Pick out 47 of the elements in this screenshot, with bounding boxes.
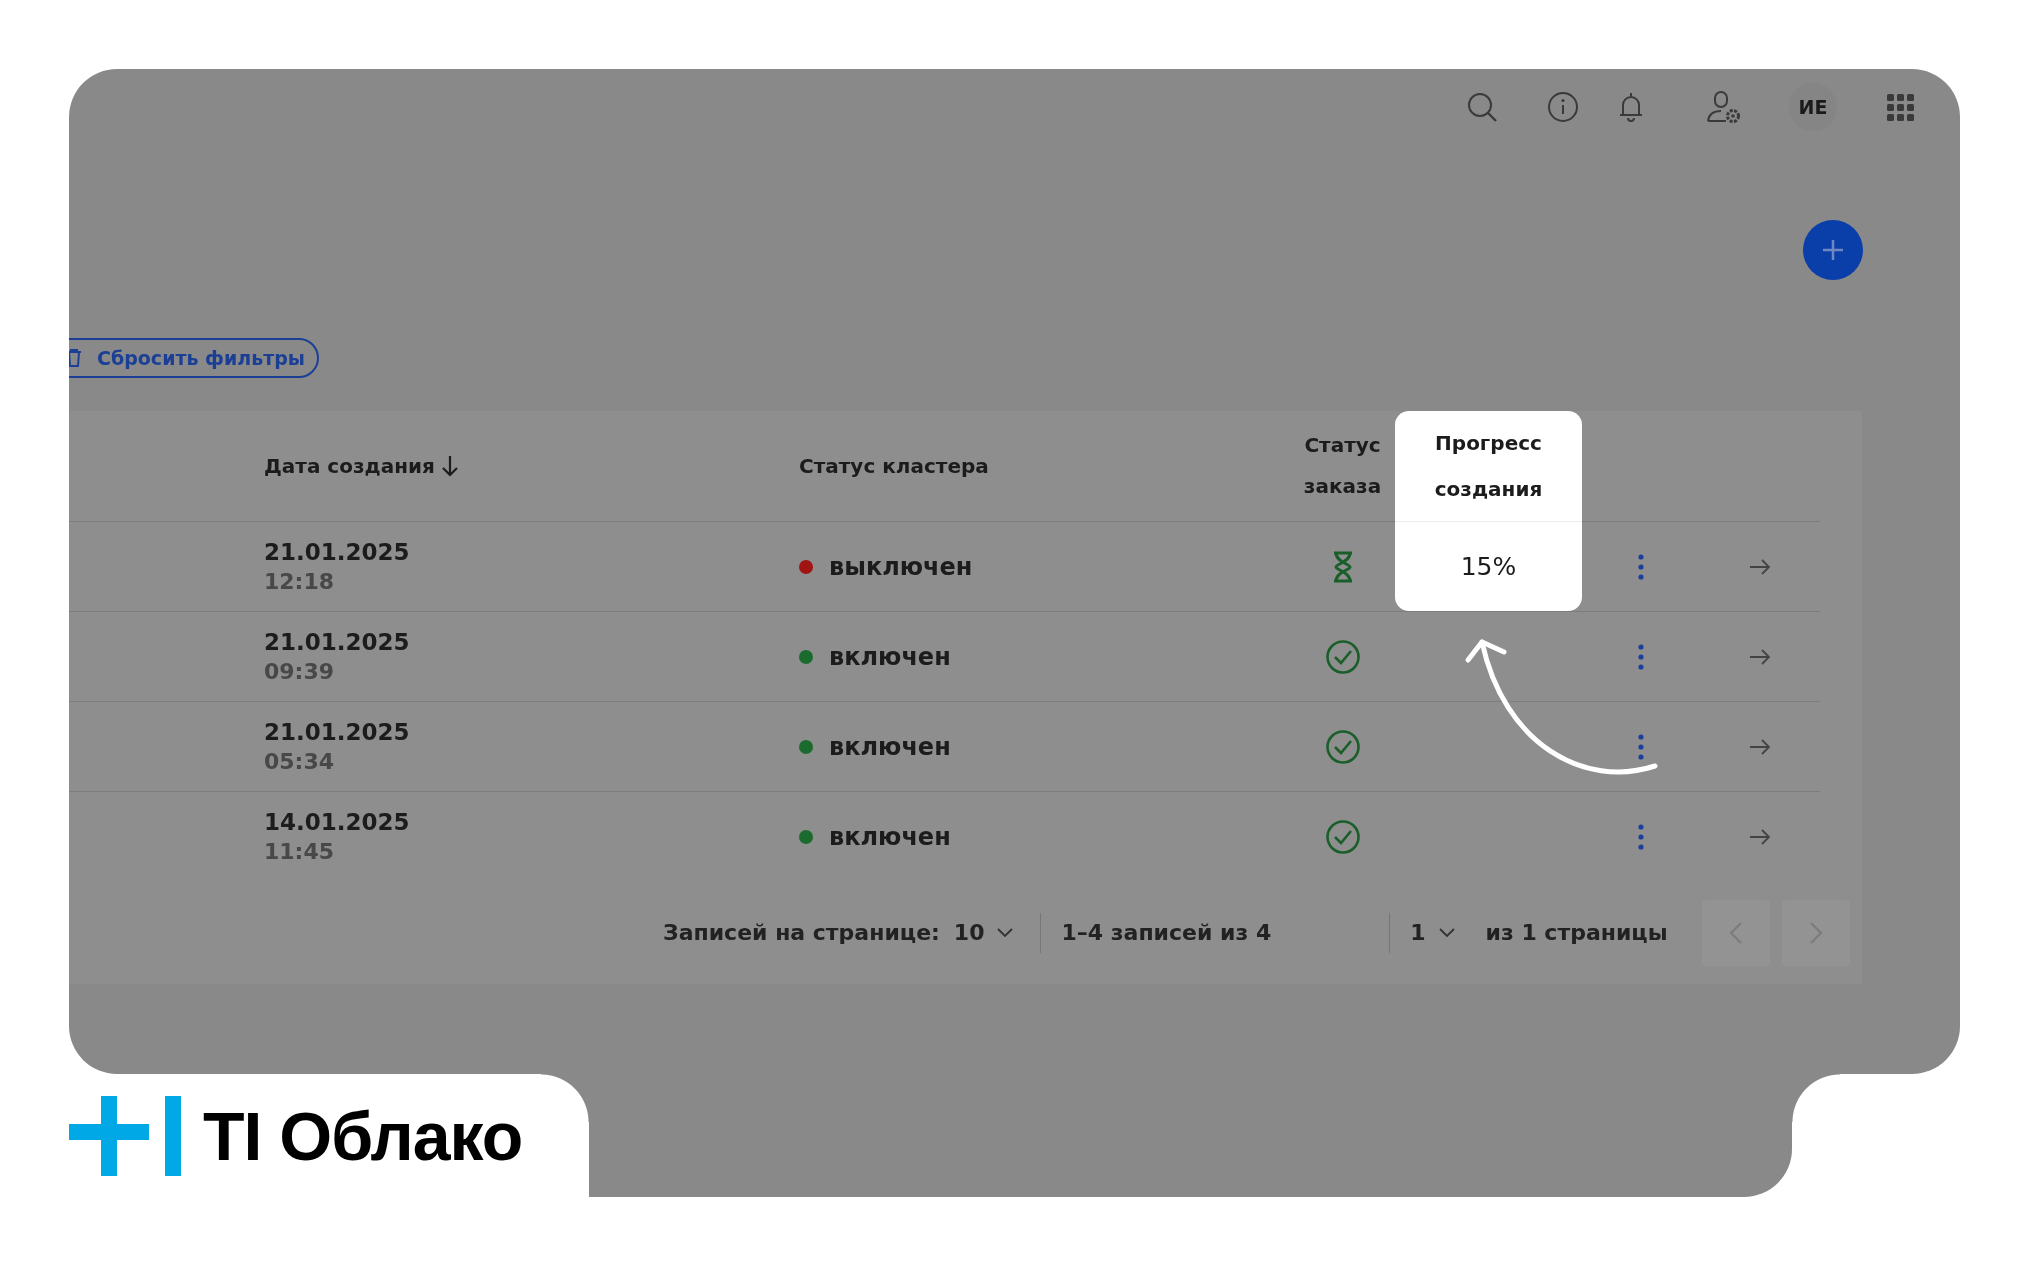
arrow-right-icon[interactable] xyxy=(1749,557,1771,576)
status-text: включен xyxy=(829,822,951,851)
progress-cell: 15% xyxy=(1395,521,1582,611)
brand-name: TI Облако xyxy=(203,1096,523,1175)
date-text: 21.01.2025 xyxy=(264,629,410,655)
add-button[interactable] xyxy=(1803,220,1863,280)
column-header[interactable]: Дата создания xyxy=(264,454,435,478)
status-text: включен xyxy=(829,642,951,671)
time-text: 11:45 xyxy=(264,839,335,864)
date-text: 14.01.2025 xyxy=(264,809,410,835)
info-icon[interactable] xyxy=(1547,91,1579,123)
more-icon[interactable] xyxy=(1637,733,1645,760)
more-icon[interactable] xyxy=(1637,823,1645,850)
chevron-down-icon xyxy=(996,926,1015,939)
chevron-right-icon xyxy=(1809,920,1823,945)
apps-grid-icon[interactable] xyxy=(1887,93,1914,121)
reset-filters-button[interactable]: Сбросить фильтры xyxy=(69,338,319,378)
time-text: 09:39 xyxy=(264,659,335,684)
trash-icon xyxy=(69,348,83,368)
user-settings-icon[interactable] xyxy=(1706,90,1742,124)
records-range-text: 1–4 записей из 4 xyxy=(1061,920,1272,945)
rows-per-page-label: Записей на странице: xyxy=(663,920,940,945)
arrow-right-icon[interactable] xyxy=(1749,647,1771,666)
more-icon[interactable] xyxy=(1637,553,1645,580)
arrow-right-icon[interactable] xyxy=(1749,737,1771,756)
arrow-down-icon[interactable] xyxy=(440,455,459,477)
status-text: выключен xyxy=(829,552,973,581)
chevron-left-icon xyxy=(1729,920,1743,945)
more-icon[interactable] xyxy=(1637,643,1645,670)
chevron-down-icon xyxy=(1437,926,1456,939)
column-header[interactable]: Статус заказа xyxy=(1290,425,1395,507)
column-header[interactable]: Прогресс создания xyxy=(1425,420,1552,512)
avatar[interactable]: ИЕ xyxy=(1789,83,1837,131)
status-text: включен xyxy=(829,732,951,761)
date-text: 21.01.2025 xyxy=(264,719,410,745)
bell-icon[interactable] xyxy=(1617,91,1645,123)
total-pages-text: из 1 страницы xyxy=(1485,920,1668,945)
time-text: 12:18 xyxy=(264,569,335,594)
date-text: 21.01.2025 xyxy=(264,539,410,565)
page-select[interactable]: 1 xyxy=(1410,920,1456,945)
logo-icon xyxy=(69,1095,181,1176)
column-header[interactable]: Статус кластера xyxy=(799,454,989,478)
arrow-right-icon[interactable] xyxy=(1749,827,1771,846)
search-icon[interactable] xyxy=(1466,91,1498,123)
rows-per-page-select[interactable]: 10 xyxy=(953,920,1015,945)
time-text: 05:34 xyxy=(264,749,335,774)
plus-icon xyxy=(1821,238,1845,262)
